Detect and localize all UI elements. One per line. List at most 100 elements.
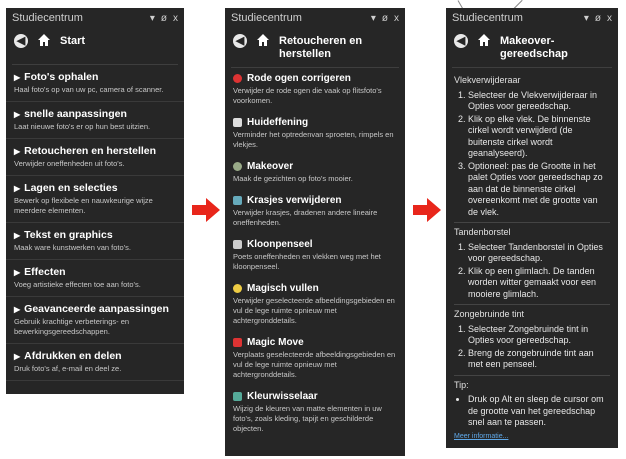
tool-description: Wijzig de kleuren van matte elementen in… bbox=[233, 404, 382, 433]
clone-brush-icon bbox=[233, 240, 242, 249]
topic-title-text: Effecten bbox=[24, 266, 66, 278]
tool-title: Magic Move bbox=[233, 337, 397, 348]
tool-item[interactable]: Huideffening Verminder het optredenvan sp… bbox=[225, 112, 405, 156]
step-item: Selecteer Tandenborstel in Opties voor g… bbox=[468, 242, 610, 265]
detach-icon[interactable]: ø bbox=[161, 13, 167, 24]
panel-titlebar: Studiecentrum ▾ ø x bbox=[446, 8, 618, 28]
topic-description: Maak ware kunstwerken van foto's. bbox=[14, 243, 131, 252]
studiecentrum-panel-retoucheren: Studiecentrum ▾ ø x ◀ Retoucheren en her… bbox=[225, 8, 405, 456]
topic-item[interactable]: ▶ Retoucheren en herstellen Verwijder onef… bbox=[6, 139, 184, 176]
tool-title-text: Rode ogen corrigeren bbox=[247, 73, 351, 84]
red-eye-icon bbox=[233, 74, 242, 83]
step-item: Optioneel: pas de Grootte in het palet O… bbox=[468, 161, 610, 219]
back-arrow-icon[interactable]: ◀ bbox=[454, 34, 468, 48]
tool-item[interactable]: Rode ogen corrigeren Verwijder de rode og… bbox=[225, 68, 405, 112]
step-item: Klik op elke vlek. De binnenste cirkel w… bbox=[468, 114, 610, 160]
divider bbox=[454, 222, 610, 223]
panel-title: Studiecentrum bbox=[12, 12, 83, 24]
topic-title-text: Tekst en graphics bbox=[24, 229, 113, 241]
flow-arrow-icon bbox=[413, 198, 441, 222]
tool-description: Verminder het optredenvan sproeten, rimp… bbox=[233, 130, 394, 149]
topic-title-text: snelle aanpassingen bbox=[24, 108, 127, 120]
topic-description: Druk foto's af, e-mail en deel ze. bbox=[14, 364, 122, 373]
tool-item[interactable]: Magisch vullen Verwijder geselecteerde af… bbox=[225, 278, 405, 332]
topic-description: Laat nieuwe foto's er op hun best uitzie… bbox=[14, 122, 151, 131]
tool-title: Krasjes verwijderen bbox=[233, 195, 397, 206]
topic-item[interactable]: ▶ Afdrukken en delen Druk foto's af, e-mai… bbox=[6, 344, 184, 381]
home-icon[interactable] bbox=[36, 32, 52, 48]
topic-item[interactable]: ▶ Geavanceerde aanpassingen Gebruik kracht… bbox=[6, 297, 184, 344]
tool-title-text: Huideffening bbox=[247, 117, 309, 128]
tool-item[interactable]: Krasjes verwijderen Verwijder krasjes, dr… bbox=[225, 190, 405, 234]
topic-title: ▶ Afdrukken en delen bbox=[14, 350, 176, 362]
section-heading: Vlekverwijderaar bbox=[454, 75, 521, 85]
expand-arrow-icon: ▶ bbox=[14, 183, 21, 193]
tool-list: Rode ogen corrigeren Verwijder de rode og… bbox=[225, 68, 405, 440]
topic-item[interactable]: ▶ Foto's ophalen Haal foto's op van uw pc,… bbox=[6, 65, 184, 102]
topic-title: ▶ Retoucheren en herstellen bbox=[14, 145, 176, 157]
topic-description: Voeg artistieke effecten toe aan foto's. bbox=[14, 280, 141, 289]
topic-item[interactable]: ▶ snelle aanpassingen Laat nieuwe foto's e… bbox=[6, 102, 184, 139]
step-list: Selecteer Tandenborstel in Opties voor g… bbox=[454, 242, 610, 301]
tool-description: Maak de gezichten op foto's mooier. bbox=[233, 174, 353, 183]
panel-titlebar: Studiecentrum ▾ ø x bbox=[225, 8, 405, 28]
topic-title: ▶ Geavanceerde aanpassingen bbox=[14, 303, 176, 315]
tool-description: Verwijder de rode ogen die vaak op flits… bbox=[233, 86, 382, 105]
color-changer-icon bbox=[233, 392, 242, 401]
tool-item[interactable]: Kloonpenseel Poets oneffenheden en vlekke… bbox=[225, 234, 405, 278]
scratch-icon bbox=[233, 196, 242, 205]
nav-row: ◀ Start bbox=[6, 28, 184, 64]
panel-titlebar: Studiecentrum ▾ ø x bbox=[6, 8, 184, 28]
more-info-link[interactable]: Meer informatie... bbox=[454, 431, 610, 443]
step-item: Selecteer de Vlekverwijderaar in Opties … bbox=[468, 90, 610, 113]
topic-title: ▶ Lagen en selecties bbox=[14, 182, 176, 194]
step-list: Selecteer de Vlekverwijderaar in Opties … bbox=[454, 90, 610, 219]
close-icon[interactable]: x bbox=[394, 13, 399, 24]
home-icon[interactable] bbox=[255, 32, 271, 48]
magic-fill-icon bbox=[233, 284, 242, 293]
tool-title: Magisch vullen bbox=[233, 283, 397, 294]
tool-title: Kloonpenseel bbox=[233, 239, 397, 250]
topic-title-text: Afdrukken en delen bbox=[24, 350, 122, 362]
page-title: Makeover-gereedschap bbox=[500, 35, 568, 60]
section-heading: Tandenborstel bbox=[454, 227, 511, 237]
tool-title-text: Magic Move bbox=[247, 337, 304, 348]
collapse-icon[interactable]: ▾ bbox=[371, 13, 376, 24]
topic-list: ▶ Foto's ophalen Haal foto's op van uw pc,… bbox=[6, 65, 184, 381]
detach-icon[interactable]: ø bbox=[382, 13, 388, 24]
divider bbox=[454, 374, 610, 376]
topic-item[interactable]: ▶ Effecten Voeg artistieke effecten toe aa… bbox=[6, 260, 184, 297]
close-icon[interactable]: x bbox=[173, 13, 178, 24]
topic-title-text: Retoucheren en herstellen bbox=[24, 145, 157, 157]
back-arrow-icon[interactable]: ◀ bbox=[14, 34, 28, 48]
section-heading: Zongebruinde tint bbox=[454, 309, 525, 319]
makeover-icon bbox=[233, 162, 242, 171]
step-list: Selecteer Zongebruinde tint in Opties vo… bbox=[454, 324, 610, 371]
tool-title: Makeover bbox=[233, 161, 397, 172]
panel-title: Studiecentrum bbox=[231, 12, 302, 24]
topic-item[interactable]: ▶ Tekst en graphics Maak ware kunstwerken … bbox=[6, 223, 184, 260]
expand-arrow-icon: ▶ bbox=[14, 72, 21, 82]
step-item: Klik op een glimlach. De tanden worden w… bbox=[468, 266, 610, 301]
topic-description: Verwijder oneffenheden uit foto's. bbox=[14, 159, 125, 168]
tool-item[interactable]: Magic Move Verplaats geselecteerde afbeel… bbox=[225, 332, 405, 386]
help-content: Vlekverwijderaar Selecteer de Vlekverwijd… bbox=[446, 68, 618, 446]
close-icon[interactable]: x bbox=[607, 13, 612, 24]
detach-icon[interactable]: ø bbox=[595, 13, 601, 24]
tool-title-text: Makeover bbox=[247, 161, 294, 172]
home-icon[interactable] bbox=[476, 32, 492, 48]
tool-item[interactable]: Kleurwisselaar Wijzig de kleuren van matt… bbox=[225, 386, 405, 440]
collapse-icon[interactable]: ▾ bbox=[584, 13, 589, 24]
tool-title: Kleurwisselaar bbox=[233, 391, 397, 402]
back-arrow-icon[interactable]: ◀ bbox=[233, 34, 247, 48]
nav-row: ◀ Makeover-gereedschap bbox=[446, 28, 618, 67]
expand-arrow-icon: ▶ bbox=[14, 146, 21, 156]
tool-title-text: Magisch vullen bbox=[247, 283, 319, 294]
step-item: Selecteer Zongebruinde tint in Opties vo… bbox=[468, 324, 610, 347]
topic-item[interactable]: ▶ Lagen en selecties Bewerk op flexibele e… bbox=[6, 176, 184, 223]
topic-title-text: Foto's ophalen bbox=[24, 71, 99, 83]
topic-description: Gebruik krachtige verbeterings- en bewer… bbox=[14, 317, 130, 336]
tool-description: Poets oneffenheden en vlekken weg met he… bbox=[233, 252, 381, 271]
tool-item[interactable]: Makeover Maak de gezichten op foto's mooi… bbox=[225, 156, 405, 190]
collapse-icon[interactable]: ▾ bbox=[150, 13, 155, 24]
